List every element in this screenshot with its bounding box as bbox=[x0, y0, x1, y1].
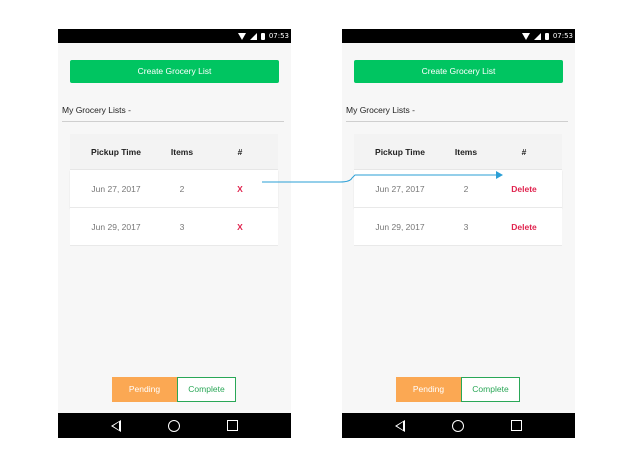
status-time: 07:53 bbox=[552, 32, 573, 40]
delete-button[interactable]: Delete bbox=[486, 222, 562, 232]
pending-tab[interactable]: Pending bbox=[112, 377, 177, 402]
grocery-lists-table: Pickup Time Items # Jun 27, 2017 2 X Jun… bbox=[70, 134, 278, 246]
header-hash: # bbox=[237, 146, 243, 157]
pickup-time-cell: Jun 29, 2017 bbox=[375, 221, 425, 232]
wifi-icon bbox=[521, 32, 530, 40]
phone-screen-right: 07:53 Create Grocery List My Grocery Lis… bbox=[342, 29, 575, 438]
header-pickup-time: Pickup Time bbox=[375, 146, 425, 157]
status-bar: 07:53 bbox=[58, 29, 291, 43]
signal-icon bbox=[533, 32, 541, 40]
battery-icon bbox=[544, 32, 549, 40]
header-hash: # bbox=[521, 146, 527, 157]
table-row[interactable]: Jun 27, 2017 2 X bbox=[70, 170, 278, 208]
divider bbox=[346, 121, 568, 122]
recents-icon[interactable] bbox=[510, 420, 522, 431]
table-row[interactable]: Jun 29, 2017 3 X bbox=[70, 208, 278, 246]
status-toggle: Pending Complete bbox=[112, 377, 236, 402]
pickup-time-cell: Jun 27, 2017 bbox=[91, 183, 141, 194]
home-icon[interactable] bbox=[451, 419, 464, 432]
lists-heading: My Grocery Lists - bbox=[346, 105, 415, 115]
header-items: Items bbox=[454, 146, 478, 157]
grocery-lists-table: Pickup Time Items # Jun 27, 2017 2 Delet… bbox=[354, 134, 562, 246]
pickup-time-cell: Jun 27, 2017 bbox=[375, 183, 425, 194]
table-row[interactable]: Jun 27, 2017 2 Delete bbox=[354, 170, 562, 208]
remove-x-button[interactable]: X bbox=[202, 184, 278, 194]
phone-screen-left: 07:53 Create Grocery List My Grocery Lis… bbox=[58, 29, 291, 438]
back-icon[interactable] bbox=[395, 419, 406, 432]
status-bar: 07:53 bbox=[342, 29, 575, 43]
pickup-time-cell: Jun 29, 2017 bbox=[91, 221, 141, 232]
signal-icon bbox=[249, 32, 257, 40]
complete-tab[interactable]: Complete bbox=[461, 377, 520, 402]
items-cell: 2 bbox=[463, 183, 469, 194]
items-cell: 3 bbox=[179, 221, 185, 232]
table-header: Pickup Time Items # bbox=[354, 134, 562, 170]
lists-heading: My Grocery Lists - bbox=[62, 105, 131, 115]
header-pickup-time: Pickup Time bbox=[91, 146, 141, 157]
complete-tab[interactable]: Complete bbox=[177, 377, 236, 402]
header-items: Items bbox=[170, 146, 194, 157]
pending-tab[interactable]: Pending bbox=[396, 377, 461, 402]
status-toggle: Pending Complete bbox=[396, 377, 520, 402]
back-icon[interactable] bbox=[111, 419, 122, 432]
delete-button[interactable]: Delete bbox=[486, 184, 562, 194]
table-row[interactable]: Jun 29, 2017 3 Delete bbox=[354, 208, 562, 246]
nav-bar bbox=[342, 413, 575, 438]
divider bbox=[62, 121, 284, 122]
create-grocery-list-button[interactable]: Create Grocery List bbox=[354, 60, 563, 83]
create-grocery-list-button[interactable]: Create Grocery List bbox=[70, 60, 279, 83]
status-time: 07:53 bbox=[268, 32, 289, 40]
recents-icon[interactable] bbox=[226, 420, 238, 431]
home-icon[interactable] bbox=[167, 419, 180, 432]
table-header: Pickup Time Items # bbox=[70, 134, 278, 170]
nav-bar bbox=[58, 413, 291, 438]
items-cell: 2 bbox=[179, 183, 185, 194]
remove-x-button[interactable]: X bbox=[202, 222, 278, 232]
items-cell: 3 bbox=[463, 221, 469, 232]
wifi-icon bbox=[237, 32, 246, 40]
battery-icon bbox=[260, 32, 265, 40]
